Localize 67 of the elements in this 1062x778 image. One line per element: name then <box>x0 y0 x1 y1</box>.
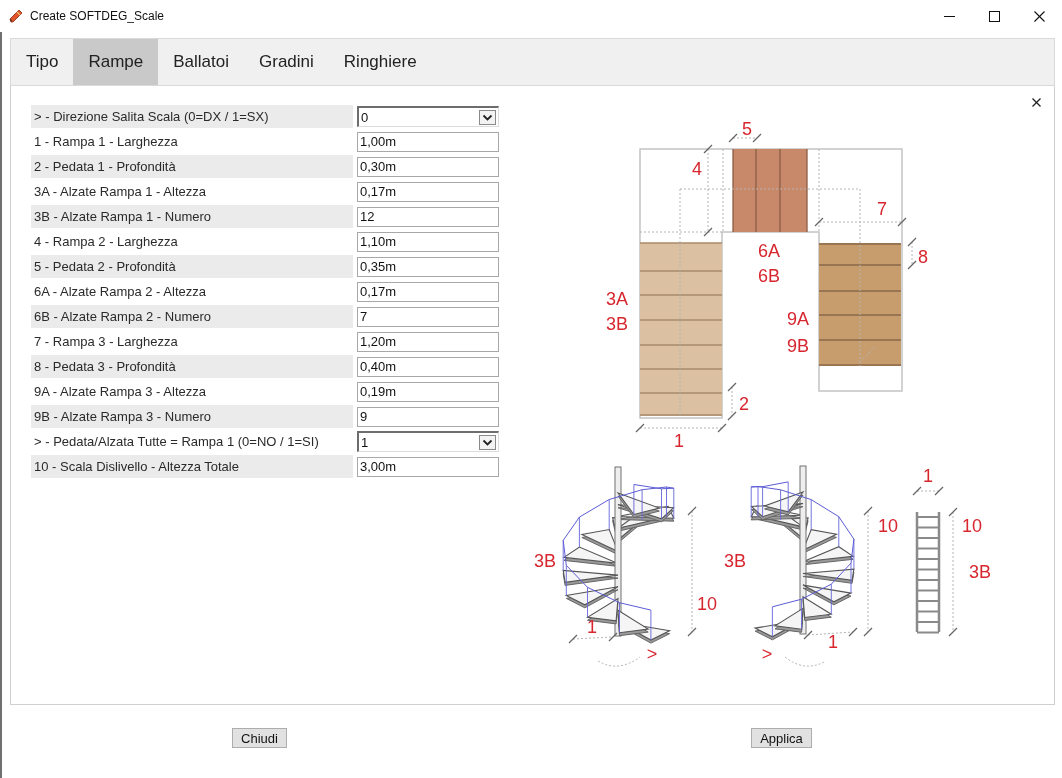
input-field[interactable]: 1,00m <box>357 131 499 152</box>
field-label: > - Direzione Salita Scala (0=DX / 1=SX) <box>31 105 353 128</box>
input-field[interactable]: 1,20m <box>357 331 499 352</box>
input-field[interactable]: 9 <box>357 406 499 427</box>
field-label: 3B - Alzate Rampa 1 - Numero <box>31 205 353 228</box>
field-label: > - Pedata/Alzata Tutte = Rampa 1 (0=NO / 1=SI) <box>33 433 320 451</box>
field-label: 6B - Alzate Rampa 2 - Numero <box>31 305 353 328</box>
tab[interactable]: Ballatoi <box>158 39 245 85</box>
tab[interactable]: Rampe <box>73 39 159 85</box>
dimension-label: 1 <box>674 431 684 451</box>
dimension-label: 4 <box>692 159 702 179</box>
dropdown[interactable]: 0 <box>357 106 499 127</box>
field-label: 6A - Alzate Rampa 2 - Altezza <box>33 283 207 301</box>
dimension-label: 10 <box>697 594 717 614</box>
input-field[interactable]: 12 <box>357 206 499 227</box>
button[interactable]: Applica <box>751 728 812 748</box>
tab[interactable]: Gradini <box>244 39 329 85</box>
input-field[interactable]: 1,10m <box>357 231 499 252</box>
dimension-label: 7 <box>877 199 887 219</box>
input-field[interactable]: 0,40m <box>357 356 499 377</box>
dimension-label: 3B <box>606 314 628 334</box>
field-label: 4 - Rampa 2 - Larghezza <box>33 233 179 251</box>
dimension-label: 3B <box>969 562 991 582</box>
dimension-label: 6A <box>758 241 780 261</box>
field-label: 10 - Scala Dislivello - Altezza Totale <box>31 455 353 478</box>
dimension-label: 3B <box>534 551 556 571</box>
dimension-label: 5 <box>742 119 752 139</box>
close-icon[interactable] <box>1032 98 1041 107</box>
chevron-down-icon[interactable] <box>479 109 496 125</box>
tab[interactable]: Tipo <box>11 39 74 85</box>
field-label: 7 - Rampa 3 - Larghezza <box>33 333 179 351</box>
chevron-down-icon[interactable] <box>479 434 496 450</box>
field-label: 1 - Rampa 1 - Larghezza <box>33 133 179 151</box>
field-label: 5 - Pedata 2 - Profondità <box>31 255 353 278</box>
dimension-label: 3B <box>724 551 746 571</box>
field-label: 8 - Pedata 3 - Profondità <box>31 355 353 378</box>
input-field[interactable]: 3,00m <box>357 456 499 477</box>
input-field[interactable]: 0,17m <box>357 181 499 202</box>
field-label: 9A - Alzate Rampa 3 - Altezza <box>33 383 207 401</box>
dimension-label: > <box>646 644 658 664</box>
dimension-label: 1 <box>587 617 597 637</box>
field-label: 3A - Alzate Rampa 1 - Altezza <box>33 183 207 201</box>
input-field[interactable]: 0,17m <box>357 281 499 302</box>
input-field[interactable]: 7 <box>357 306 499 327</box>
dimension-label: 1 <box>828 632 838 652</box>
dimension-label: 10 <box>962 516 982 536</box>
button[interactable]: Chiudi <box>232 728 287 748</box>
pencil-icon <box>8 8 24 24</box>
input-field[interactable]: 0,35m <box>357 256 499 277</box>
dimension-label: > <box>761 644 773 664</box>
dimension-label: 9A <box>787 309 809 329</box>
dimension-label: 1 <box>923 466 933 486</box>
field-label: 9B - Alzate Rampa 3 - Numero <box>31 405 353 428</box>
dimension-label: 3A <box>606 289 628 309</box>
close-icon[interactable] <box>1034 10 1045 22</box>
input-field[interactable]: 0,30m <box>357 156 499 177</box>
dimension-label: 10 <box>878 516 898 536</box>
maximize-icon[interactable] <box>989 10 1000 22</box>
tab[interactable]: Ringhiere <box>328 39 432 85</box>
dropdown[interactable]: 1 <box>357 431 499 452</box>
dimension-label: 2 <box>739 394 749 414</box>
input-field[interactable]: 0,19m <box>357 381 499 402</box>
window-title: Create SOFTDEG_Scale <box>30 9 165 23</box>
field-label: 2 - Pedata 1 - Profondità <box>31 155 353 178</box>
dimension-label: 9B <box>787 336 809 356</box>
dimension-label: 8 <box>918 247 928 267</box>
dimension-label: 6B <box>758 266 780 286</box>
